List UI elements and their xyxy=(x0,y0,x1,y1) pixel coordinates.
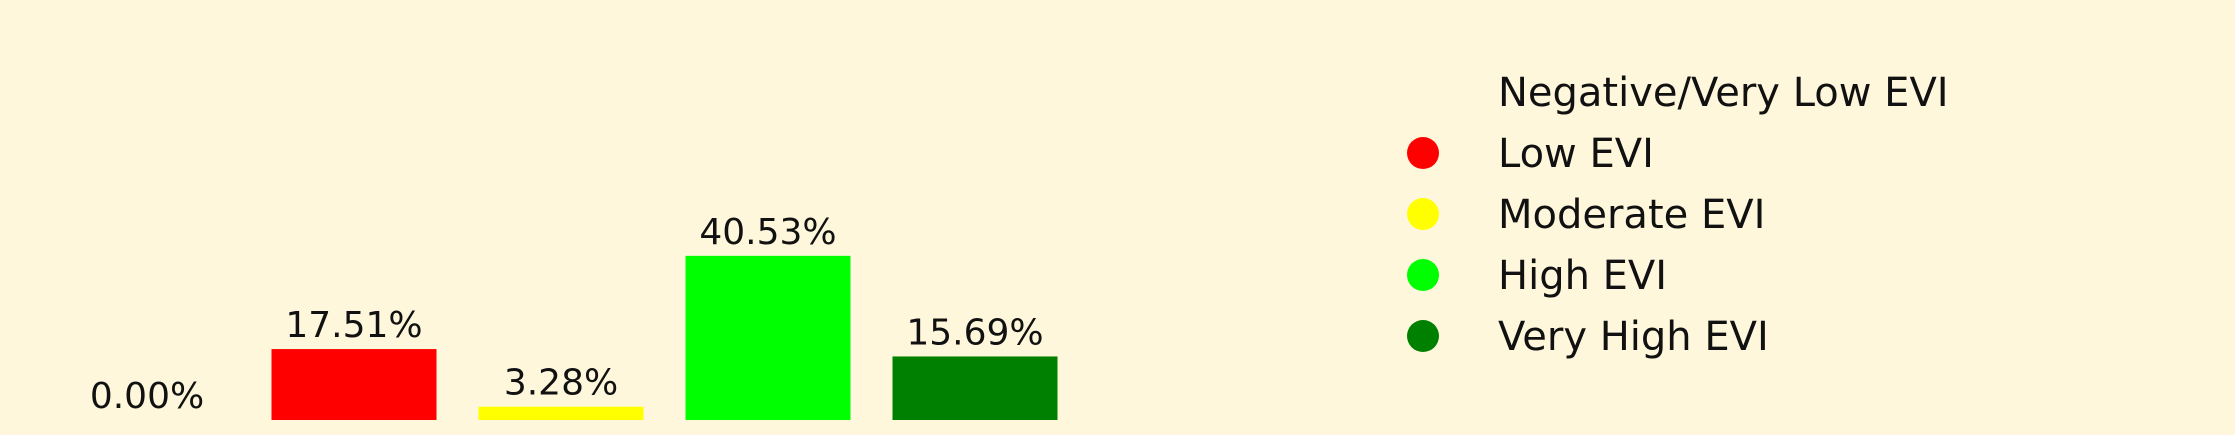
legend-label-4: Very High EVI xyxy=(1498,314,1769,360)
bar-value-label-1: 17.51% xyxy=(285,305,422,346)
bar-2 xyxy=(478,406,644,420)
legend-label-0: Negative/Very Low EVI xyxy=(1498,70,1949,116)
bar-value-label-0: 0.00% xyxy=(90,376,204,417)
legend-marker-0 xyxy=(1407,76,1439,108)
bar-value-label-4: 15.69% xyxy=(906,312,1043,353)
evi-bar-chart: 0.00% 17.51% 3.28% 40.53% 15.69% Negative/Ve… xyxy=(90,70,1949,420)
bar-value-label-2: 3.28% xyxy=(504,363,618,404)
legend-marker-2 xyxy=(1407,198,1439,230)
legend: Negative/Very Low EVI Low EVI Moderate EVI… xyxy=(1407,70,1949,360)
legend-marker-4 xyxy=(1407,320,1439,352)
legend-marker-3 xyxy=(1407,259,1439,291)
bar-1 xyxy=(271,349,437,420)
legend-marker-1 xyxy=(1407,137,1439,169)
bar-value-label-3: 40.53% xyxy=(699,212,836,253)
legend-label-2: Moderate EVI xyxy=(1498,192,1765,238)
legend-label-1: Low EVI xyxy=(1498,131,1654,177)
legend-label-3: High EVI xyxy=(1498,253,1667,299)
bar-4 xyxy=(892,356,1058,420)
bar-3 xyxy=(685,255,851,420)
